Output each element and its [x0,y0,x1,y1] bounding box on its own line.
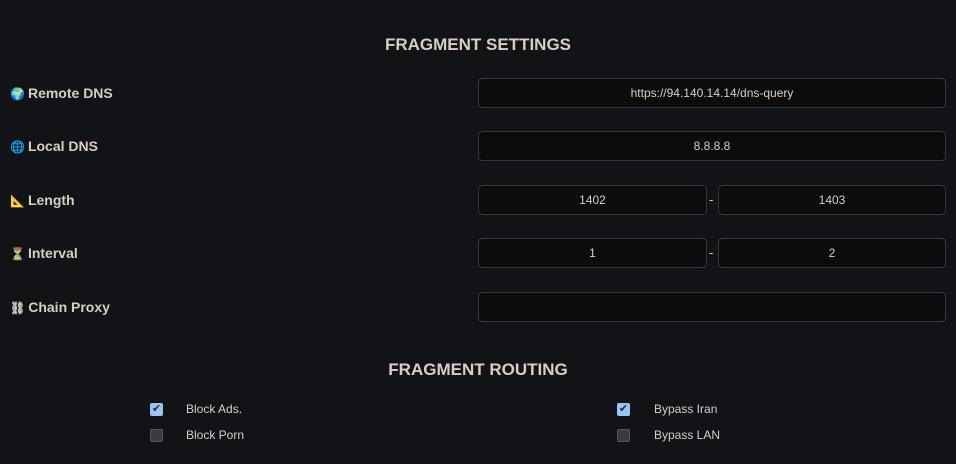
interval-row: ⏳Interval - [0,238,956,268]
local-dns-input[interactable] [478,131,946,161]
globe-meridians-icon: 🌐 [10,140,25,154]
interval-max-input[interactable] [718,238,946,268]
remote-dns-label: Remote DNS [27,85,113,101]
length-min-input[interactable] [478,185,707,215]
remote-dns-row: 🌍 Remote DNS [0,78,956,108]
bypass-iran-label: Bypass Iran [654,402,718,416]
length-label: Length [27,192,75,208]
fragment-routing-title: FRAGMENT ROUTING [388,360,568,379]
fragment-settings-title: FRAGMENT SETTINGS [384,35,572,54]
block-porn-label: Block Porn [186,428,245,442]
hourglass-icon: ⏳ [10,247,25,261]
chain-proxy-label: Chain Proxy [28,299,110,315]
range-separator: - [709,245,714,260]
bypass-iran-checkbox[interactable]: ✔ [617,403,630,416]
interval-label: Interval [27,245,78,261]
remote-dns-input[interactable] [478,78,946,108]
local-dns-label: Local DNS [27,138,98,154]
block-porn-checkbox[interactable] [150,429,163,442]
range-separator: - [709,192,714,207]
length-max-input[interactable] [718,185,946,215]
chain-proxy-row: ⛓ Chain Proxy [0,292,956,322]
bypass-lan-label: Bypass LAN [654,428,721,442]
bypass-lan-checkbox[interactable] [617,429,630,442]
chain-proxy-input[interactable] [478,292,946,322]
length-row: 📐Length - [0,185,956,215]
block-ads-checkbox[interactable]: ✔ [150,403,163,416]
local-dns-row: 🌐 Local DNS [0,131,956,161]
interval-min-input[interactable] [478,238,707,268]
triangular-ruler-icon: 📐 [10,194,25,208]
globe-europe-icon: 🌍 [10,87,25,101]
block-ads-label: Block Ads. [186,402,243,416]
chains-icon: ⛓ [10,301,26,315]
